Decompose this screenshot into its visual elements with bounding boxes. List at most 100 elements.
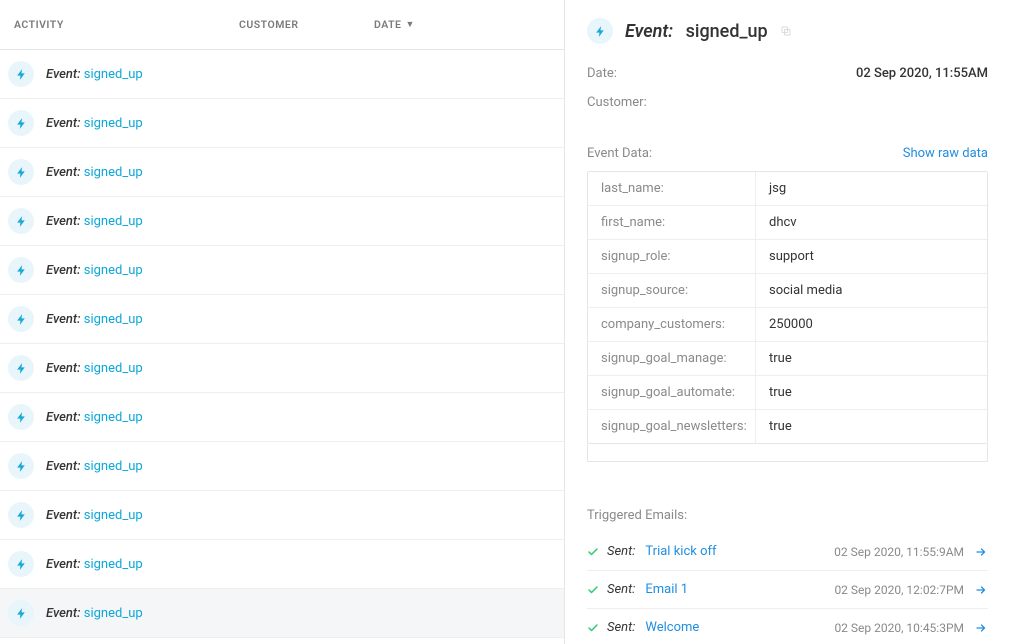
activity-row[interactable]: Event: signed_up: [0, 491, 564, 540]
triggered-email-row: Sent: Trial kick off 02 Sep 2020, 11:55:…: [587, 533, 988, 571]
event-data-value: jsg: [756, 172, 987, 205]
email-date: 02 Sep 2020, 11:55:9AM: [834, 545, 964, 559]
event-data-row: company_customers: 250000: [588, 308, 987, 342]
activity-row[interactable]: Event: signed_up: [0, 148, 564, 197]
detail-date-value: 02 Sep 2020, 11:55AM: [856, 66, 988, 81]
activity-text: Event: signed_up: [46, 361, 143, 376]
bolt-icon: [8, 208, 34, 234]
event-data-key: signup_goal_automate:: [588, 376, 756, 409]
email-name-link[interactable]: Trial kick off: [645, 544, 716, 559]
activity-value: signed_up: [84, 263, 143, 278]
email-date: 02 Sep 2020, 10:45:3PM: [834, 621, 964, 635]
activity-row[interactable]: Event: signed_up: [0, 197, 564, 246]
activity-row[interactable]: Event: signed_up: [0, 99, 564, 148]
check-icon: [587, 584, 599, 596]
event-data-value: 250000: [756, 308, 987, 341]
activity-row[interactable]: Event: signed_up: [0, 540, 564, 589]
event-data-value: dhcv: [756, 206, 987, 239]
activity-value: signed_up: [84, 410, 143, 425]
bolt-icon: [587, 18, 613, 44]
email-name-link[interactable]: Email 1: [645, 582, 688, 597]
activity-value: signed_up: [84, 508, 143, 523]
event-data-header: Event Data: Show raw data: [587, 146, 988, 161]
show-raw-data-link[interactable]: Show raw data: [903, 146, 988, 161]
activity-text: Event: signed_up: [46, 263, 143, 278]
activity-row[interactable]: Event: signed_up: [0, 246, 564, 295]
triggered-emails-label: Triggered Emails:: [587, 508, 988, 523]
column-header-activity[interactable]: ACTIVITY: [14, 18, 239, 31]
bolt-icon: [8, 453, 34, 479]
email-name-link[interactable]: Welcome: [645, 620, 699, 635]
column-header-date[interactable]: DATE ▼: [374, 18, 434, 31]
activity-value: signed_up: [84, 116, 143, 131]
event-data-key: signup_role:: [588, 240, 756, 273]
event-data-key: first_name:: [588, 206, 756, 239]
event-data-key: signup_goal_newsletters:: [588, 410, 756, 443]
activity-row[interactable]: Event: signed_up: [0, 442, 564, 491]
bolt-icon: [8, 502, 34, 528]
bolt-icon: [8, 257, 34, 283]
email-status: Sent:: [607, 582, 635, 597]
activity-value: signed_up: [84, 165, 143, 180]
activity-row[interactable]: Event: signed_up: [0, 295, 564, 344]
column-header-date-label: DATE: [374, 18, 401, 31]
activity-row[interactable]: Event: signed_up: [0, 50, 564, 99]
activity-label: Event:: [46, 508, 81, 523]
bolt-icon: [8, 159, 34, 185]
activity-row[interactable]: Event: signed_up: [0, 344, 564, 393]
copy-icon[interactable]: [780, 25, 792, 37]
activity-text: Event: signed_up: [46, 214, 143, 229]
bolt-icon: [8, 355, 34, 381]
activity-label: Event:: [46, 557, 81, 572]
event-data-row: signup_goal_newsletters: true: [588, 410, 987, 443]
activity-text: Event: signed_up: [46, 606, 143, 621]
event-data-value: support: [756, 240, 987, 273]
bolt-icon: [8, 600, 34, 626]
activity-value: signed_up: [84, 312, 143, 327]
activity-list[interactable]: Event: signed_up Event: signed_up Event:…: [0, 50, 564, 644]
email-status: Sent:: [607, 620, 635, 635]
activity-label: Event:: [46, 214, 81, 229]
event-data-row: last_name: jsg: [588, 172, 987, 206]
activity-text: Event: signed_up: [46, 557, 143, 572]
activity-text: Event: signed_up: [46, 410, 143, 425]
activity-row[interactable]: Event: signed_up: [0, 393, 564, 442]
arrow-right-icon[interactable]: [974, 584, 988, 596]
activity-value: signed_up: [84, 67, 143, 82]
column-header-customer[interactable]: CUSTOMER: [239, 18, 374, 31]
event-data-empty-row: [587, 444, 988, 462]
event-data-label: Event Data:: [587, 146, 652, 161]
activity-text: Event: signed_up: [46, 116, 143, 131]
event-data-key: company_customers:: [588, 308, 756, 341]
event-data-key: last_name:: [588, 172, 756, 205]
arrow-right-icon[interactable]: [974, 622, 988, 634]
event-data-value: true: [756, 342, 987, 375]
activity-text: Event: signed_up: [46, 165, 143, 180]
event-data-key: signup_source:: [588, 274, 756, 307]
event-data-value: social media: [756, 274, 987, 307]
activity-text: Event: signed_up: [46, 459, 143, 474]
activity-row[interactable]: Event: signed_up: [0, 638, 564, 644]
event-data-value: true: [756, 410, 987, 443]
activity-row[interactable]: Event: signed_up: [0, 589, 564, 638]
event-data-row: signup_goal_automate: true: [588, 376, 987, 410]
bolt-icon: [8, 551, 34, 577]
bolt-icon: [8, 61, 34, 87]
activity-value: signed_up: [84, 214, 143, 229]
detail-customer-label: Customer:: [587, 95, 647, 110]
sort-descending-icon: ▼: [405, 19, 414, 30]
bolt-icon: [8, 110, 34, 136]
bolt-icon: [8, 306, 34, 332]
activity-label: Event:: [46, 606, 81, 621]
triggered-email-row: Sent: Email 1 02 Sep 2020, 12:02:7PM: [587, 571, 988, 609]
email-date: 02 Sep 2020, 12:02:7PM: [834, 583, 964, 597]
activity-label: Event:: [46, 165, 81, 180]
event-data-key: signup_goal_manage:: [588, 342, 756, 375]
activity-value: signed_up: [84, 606, 143, 621]
event-data-row: signup_goal_manage: true: [588, 342, 987, 376]
arrow-right-icon[interactable]: [974, 546, 988, 558]
activity-label: Event:: [46, 312, 81, 327]
activity-label: Event:: [46, 459, 81, 474]
event-data-value: true: [756, 376, 987, 409]
event-data-table: last_name: jsg first_name: dhcv signup_r…: [587, 171, 988, 444]
